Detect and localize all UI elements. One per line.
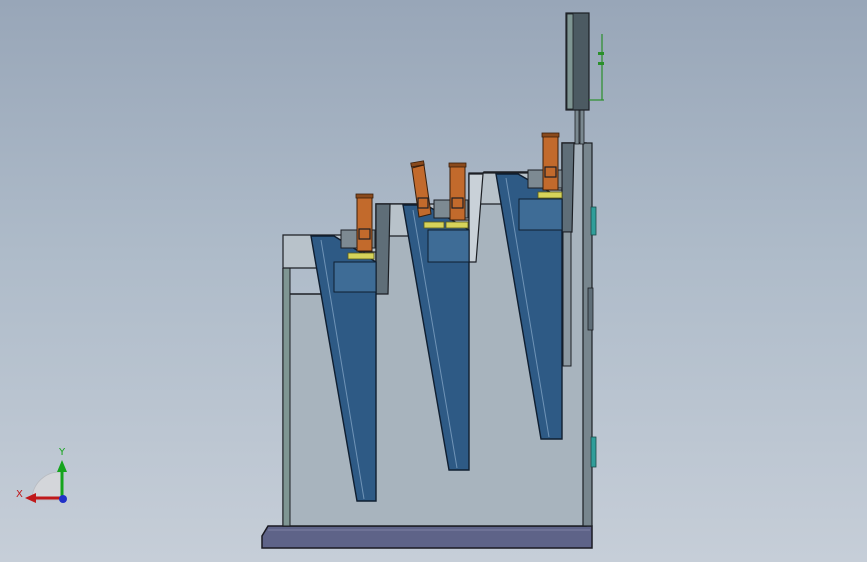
cylinder-3[interactable]: [527, 132, 563, 199]
z-axis-dot: [59, 495, 67, 503]
top-guide-block[interactable]: [565, 12, 604, 111]
cad-model-view[interactable]: Y X: [0, 0, 867, 562]
right-frame[interactable]: [582, 142, 597, 527]
y-axis-arrowhead: [57, 460, 67, 472]
cylinder-2b[interactable]: [433, 162, 469, 229]
triad-plane-shading: [31, 471, 63, 501]
guide-rods[interactable]: [574, 109, 585, 145]
base-plate[interactable]: [261, 525, 593, 549]
graphics-viewport[interactable]: Y X: [0, 0, 867, 562]
x-axis-label: X: [16, 489, 23, 500]
coordinate-triad: Y X: [16, 447, 67, 503]
x-axis-arrowhead: [25, 493, 36, 503]
y-axis-label: Y: [58, 447, 66, 458]
